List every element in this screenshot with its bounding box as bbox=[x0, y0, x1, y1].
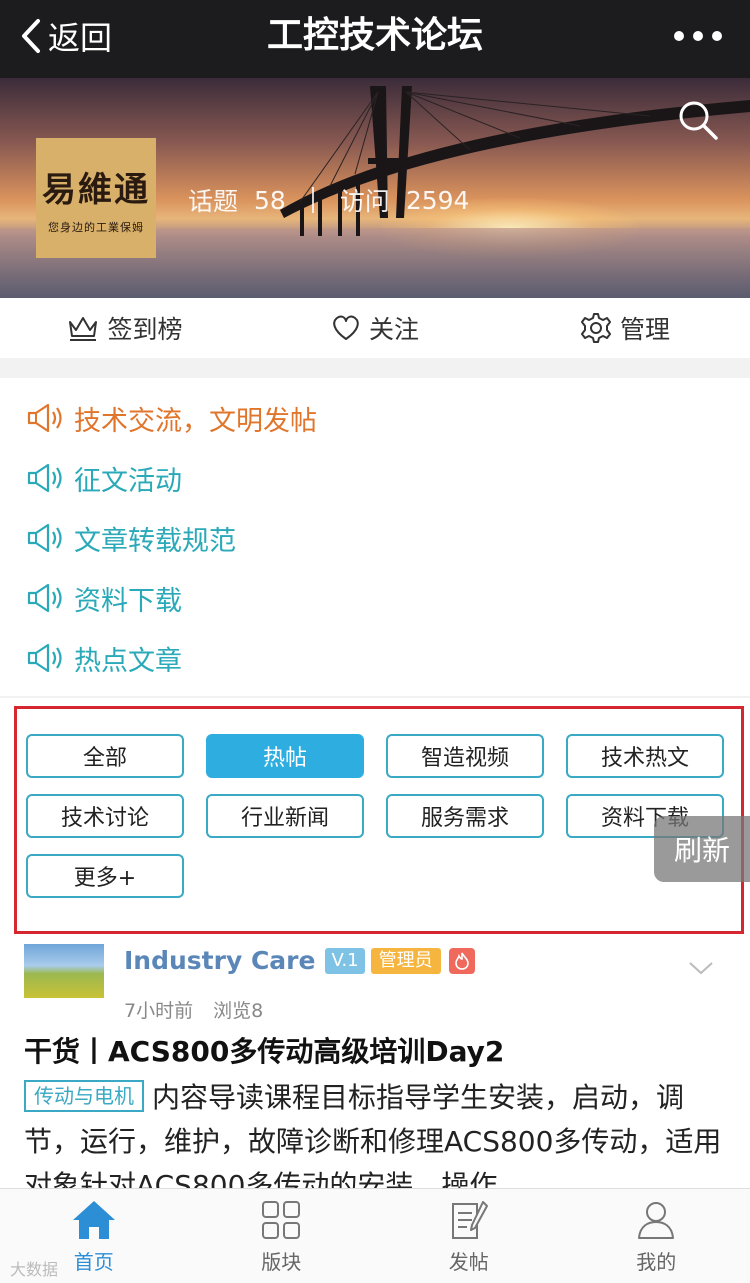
category-filter: 全部 热帖 智造视频 技术热文 技术讨论 行业新闻 服务需求 资料下载 更多+ … bbox=[0, 698, 750, 936]
more-menu-button[interactable] bbox=[674, 22, 722, 50]
topics-label: 话题 bbox=[188, 187, 239, 216]
post-meta: 7小时前 浏览8 bbox=[124, 996, 263, 1023]
logo-text: 易維通 bbox=[42, 169, 150, 210]
post-views: 浏览8 bbox=[213, 1000, 264, 1022]
chevron-down-icon[interactable] bbox=[688, 960, 714, 976]
post-author: Industry Care V.1 管理员 bbox=[124, 946, 475, 975]
category-grid: 全部 热帖 智造视频 技术热文 技术讨论 行业新闻 服务需求 资料下载 更多+ bbox=[26, 734, 726, 898]
tab-post[interactable]: 发帖 bbox=[375, 1189, 563, 1283]
post-card[interactable]: Industry Care V.1 管理员 7小时前 浏览8 干货丨ACS800多… bbox=[0, 936, 750, 1188]
search-icon bbox=[679, 101, 718, 140]
announcement-item[interactable]: 技术交流，文明发帖 bbox=[0, 388, 750, 448]
announcement-text: 技术交流，文明发帖 bbox=[74, 405, 317, 437]
announcement-item[interactable]: 热点文章 bbox=[0, 628, 750, 688]
watermark: 大数据 bbox=[10, 1260, 59, 1279]
tab-home-label: 首页 bbox=[73, 1249, 114, 1274]
post-excerpt: 传动与电机 内容导读课程目标指导学生安装，启动，调节，运行，维护，故障诊断和修理A… bbox=[24, 1076, 730, 1188]
admin-badge: 管理员 bbox=[370, 947, 441, 974]
author-name[interactable]: Industry Care bbox=[124, 946, 315, 975]
announcement-item[interactable]: 资料下载 bbox=[0, 568, 750, 628]
version-badge: V.1 bbox=[325, 947, 365, 974]
stats-divider bbox=[311, 187, 314, 213]
compose-icon bbox=[451, 1200, 488, 1239]
tab-sections[interactable]: 版块 bbox=[188, 1189, 376, 1283]
action-bar: 签到榜 关注 管理 bbox=[0, 298, 750, 358]
announcement-text: 征文活动 bbox=[74, 465, 182, 497]
forum-stats: 话题 58 访问 2594 bbox=[188, 182, 469, 218]
avatar[interactable] bbox=[24, 944, 104, 998]
visits-count: 2594 bbox=[405, 185, 470, 215]
category-chip[interactable]: 智造视频 bbox=[386, 734, 544, 778]
page-title: 工控技术论坛 bbox=[266, 15, 483, 56]
manage-button[interactable]: 管理 bbox=[500, 298, 750, 358]
megaphone-icon bbox=[27, 463, 62, 493]
category-chip[interactable]: 全部 bbox=[26, 734, 184, 778]
user-icon bbox=[638, 1201, 675, 1239]
post-time: 7小时前 bbox=[124, 1000, 194, 1022]
announcement-item[interactable]: 征文活动 bbox=[0, 448, 750, 508]
refresh-button[interactable]: 刷新 bbox=[654, 816, 750, 882]
tab-me[interactable]: 我的 bbox=[563, 1189, 750, 1283]
logo-slogan: 您身边的工業保姆 bbox=[48, 220, 144, 234]
more-categories-button[interactable]: 更多+ bbox=[26, 854, 184, 898]
megaphone-icon bbox=[27, 403, 62, 433]
forum-logo: 易維通 您身边的工業保姆 bbox=[36, 138, 156, 258]
megaphone-icon bbox=[27, 583, 62, 613]
heart-icon bbox=[333, 315, 359, 340]
category-chip[interactable]: 技术热文 bbox=[566, 734, 724, 778]
category-chip[interactable]: 技术讨论 bbox=[26, 794, 184, 838]
category-chip[interactable]: 行业新闻 bbox=[206, 794, 364, 838]
tab-bar: 首页 版块 发帖 我的 bbox=[0, 1188, 750, 1283]
search-button[interactable] bbox=[676, 98, 720, 142]
megaphone-icon bbox=[27, 643, 62, 673]
announcement-text: 资料下载 bbox=[74, 585, 182, 617]
announcement-text: 文章转载规范 bbox=[74, 525, 236, 557]
announcement-text: 热点文章 bbox=[74, 645, 182, 677]
post-tag[interactable]: 传动与电机 bbox=[24, 1080, 144, 1112]
visits-label: 访问 bbox=[339, 187, 390, 216]
dot-icon bbox=[674, 31, 684, 41]
home-icon bbox=[72, 1200, 115, 1239]
checkin-ranking-button[interactable]: 签到榜 bbox=[0, 298, 250, 358]
megaphone-icon bbox=[27, 523, 62, 553]
grid-icon bbox=[262, 1200, 301, 1239]
announcement-item[interactable]: 文章转载规范 bbox=[0, 508, 750, 568]
post-title[interactable]: 干货丨ACS800多传动高级培训Day2 bbox=[24, 1030, 504, 1070]
gear-icon bbox=[580, 313, 611, 343]
tab-me-label: 我的 bbox=[636, 1249, 677, 1274]
manage-label: 管理 bbox=[619, 315, 670, 344]
checkin-ranking-label: 签到榜 bbox=[107, 315, 183, 344]
category-chip[interactable]: 服务需求 bbox=[386, 794, 544, 838]
forum-banner: 易維通 您身边的工業保姆 话题 58 访问 2594 bbox=[0, 78, 750, 298]
announcement-list: 技术交流，文明发帖 征文活动 文章转载规范 资料下载 热点文章 bbox=[0, 378, 750, 696]
crown-icon bbox=[69, 317, 98, 341]
tab-sections-label: 版块 bbox=[261, 1249, 302, 1274]
follow-button[interactable]: 关注 bbox=[250, 298, 500, 358]
dot-icon bbox=[693, 31, 703, 41]
nav-bar: 返回 工控技术论坛 bbox=[0, 0, 750, 78]
category-chip-active[interactable]: 热帖 bbox=[206, 734, 364, 778]
topics-count: 58 bbox=[254, 185, 286, 215]
dot-icon bbox=[712, 31, 722, 41]
fire-icon bbox=[448, 947, 475, 974]
tab-post-label: 发帖 bbox=[448, 1249, 489, 1274]
follow-label: 关注 bbox=[368, 315, 419, 344]
